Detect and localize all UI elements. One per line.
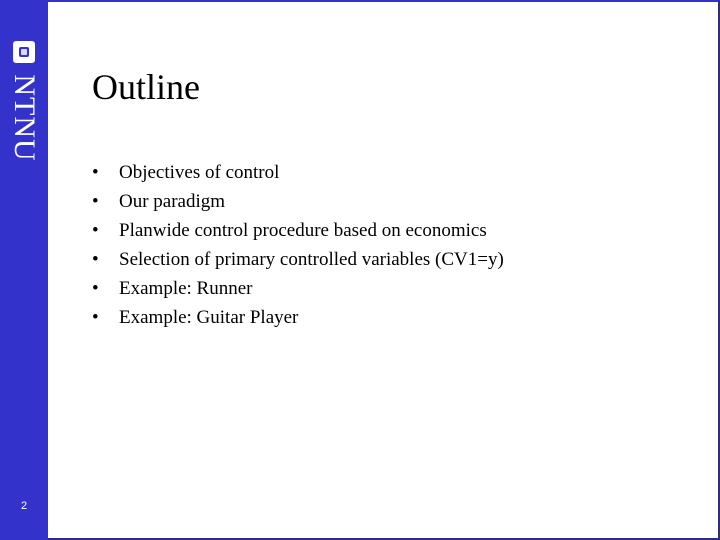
bullet-icon: •	[92, 162, 99, 183]
bullet-icon: •	[92, 191, 99, 212]
bullet-icon: •	[92, 307, 99, 328]
list-item-text: Example: Guitar Player	[119, 307, 299, 328]
list-item: • Our paradigm	[92, 189, 504, 218]
list-item: • Objectives of control	[92, 160, 504, 189]
page-number: 2	[20, 500, 28, 512]
list-item-text: Planwide control procedure based on econ…	[119, 220, 487, 241]
list-item: • Selection of primary controlled variabl…	[92, 247, 504, 276]
list-item-text: Example: Runner	[119, 278, 253, 299]
list-item: • Example: Guitar Player	[92, 305, 504, 334]
list-item-text: Selection of primary controlled variable…	[119, 249, 504, 270]
bullet-list: • Objectives of control • Our paradigm • Pl…	[92, 160, 504, 334]
bullet-icon: •	[92, 278, 99, 299]
list-item: • Planwide control procedure based on eco…	[92, 218, 504, 247]
list-item-text: Objectives of control	[119, 162, 280, 183]
bullet-icon: •	[92, 249, 99, 270]
ntnu-logo-icon	[13, 41, 35, 63]
slide-title: Outline	[92, 67, 200, 107]
list-item: • Example: Runner	[92, 276, 504, 305]
sidebar: NTNU 2	[0, 0, 48, 540]
logo-text: NTNU	[8, 74, 41, 162]
list-item-text: Our paradigm	[119, 191, 226, 212]
bullet-icon: •	[92, 220, 99, 241]
